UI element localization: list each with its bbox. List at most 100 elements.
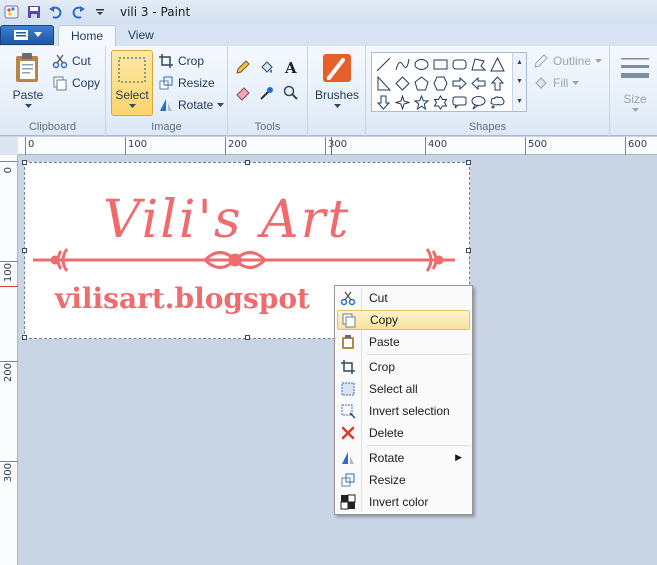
paste-button[interactable]: Paste <box>8 52 48 109</box>
paint-app-icon[interactable] <box>4 4 20 20</box>
four-point-star-shape-icon[interactable] <box>393 93 412 112</box>
menu-item-crop[interactable]: Crop <box>337 357 470 377</box>
menu-item-cut[interactable]: Cut <box>337 288 470 308</box>
oval-shape-icon[interactable] <box>412 55 431 74</box>
menu-item-rotate[interactable]: Rotate ▶ <box>337 448 470 468</box>
brushes-label: Brushes <box>314 88 360 102</box>
horizontal-ruler: 0 100 200 300 400 500 600 <box>18 137 657 155</box>
save-icon[interactable] <box>26 4 42 20</box>
diamond-shape-icon[interactable] <box>393 74 412 93</box>
hexagon-shape-icon[interactable] <box>431 74 450 93</box>
menu-icon <box>13 30 28 40</box>
resize-button[interactable]: Resize <box>158 75 215 91</box>
rotate-button[interactable]: Rotate <box>158 97 225 113</box>
selection-handle[interactable] <box>466 160 471 165</box>
submenu-arrow-icon: ▶ <box>455 452 462 462</box>
menu-item-invert-selection[interactable]: Invert selection <box>337 401 470 421</box>
selection-handle[interactable] <box>466 248 471 253</box>
right-triangle-shape-icon[interactable] <box>374 74 393 93</box>
rectangle-shape-icon[interactable] <box>431 55 450 74</box>
rotate-icon <box>337 448 359 468</box>
ribbon: Paste Cut Copy Clipboard Select Crop Res… <box>0 46 657 136</box>
shapes-gallery[interactable]: ▲ ▼ ▼ <box>371 52 527 112</box>
curve-shape-icon[interactable] <box>393 55 412 74</box>
triangle-shape-icon[interactable] <box>488 55 507 74</box>
tab-view[interactable]: View <box>116 25 166 46</box>
scroll-down-icon[interactable]: ▼ <box>516 78 523 85</box>
left-arrow-shape-icon[interactable] <box>469 74 488 93</box>
selection-handle[interactable] <box>22 248 27 253</box>
resize-icon <box>337 470 359 490</box>
copy-label: Copy <box>72 76 101 90</box>
pentagon-shape-icon[interactable] <box>412 74 431 93</box>
down-arrow-shape-icon[interactable] <box>374 93 393 112</box>
ruler-label: 200 <box>3 363 14 383</box>
brushes-button[interactable]: Brushes <box>314 52 360 109</box>
cursor-position-marker <box>0 286 18 287</box>
oval-callout-shape-icon[interactable] <box>469 93 488 112</box>
chevron-down-icon <box>128 104 136 108</box>
customize-qat-icon[interactable] <box>92 4 108 20</box>
chevron-down-icon <box>572 80 580 85</box>
select-button[interactable]: Select <box>111 50 153 116</box>
cloud-callout-shape-icon[interactable] <box>488 93 507 112</box>
selection-handle[interactable] <box>22 335 27 340</box>
copy-icon <box>53 76 67 91</box>
select-all-icon <box>337 379 359 399</box>
menu-item-copy[interactable]: Copy <box>337 310 470 330</box>
up-arrow-shape-icon[interactable] <box>488 74 507 93</box>
paint-menu-button[interactable] <box>0 25 54 45</box>
copy-button[interactable]: Copy <box>52 75 100 91</box>
undo-icon[interactable] <box>48 4 64 20</box>
chevron-down-icon <box>631 108 639 112</box>
scissors-icon <box>337 288 359 308</box>
delete-icon <box>337 423 359 443</box>
paste-label: Paste <box>12 88 44 102</box>
expand-gallery-icon[interactable]: ▼ <box>516 98 523 105</box>
five-point-star-shape-icon[interactable] <box>412 93 431 112</box>
art-title: Vili's Art <box>103 190 350 250</box>
tab-home[interactable]: Home <box>58 25 117 46</box>
line-shape-icon[interactable] <box>374 55 393 74</box>
copy-icon <box>338 310 360 330</box>
crop-button[interactable]: Crop <box>158 53 204 69</box>
fill-button[interactable]: Fill <box>533 75 580 91</box>
selection-handle[interactable] <box>245 160 250 165</box>
outline-button[interactable]: Outline <box>533 53 603 69</box>
shapes-scrollbar[interactable]: ▲ ▼ ▼ <box>512 53 526 111</box>
eraser-icon[interactable] <box>232 82 254 104</box>
chevron-down-icon <box>33 32 42 37</box>
menu-item-resize[interactable]: Resize <box>337 470 470 490</box>
scroll-up-icon[interactable]: ▲ <box>516 59 523 66</box>
menu-item-select-all[interactable]: Select all <box>337 379 470 399</box>
shape-fill-icon <box>535 77 547 89</box>
rounded-callout-shape-icon[interactable] <box>450 93 469 112</box>
redo-icon[interactable] <box>70 4 86 20</box>
ruler-label: 500 <box>528 139 548 150</box>
color-picker-icon[interactable] <box>256 82 278 104</box>
fill-icon[interactable] <box>256 56 278 78</box>
cursor-position-marker <box>331 137 332 155</box>
ribbon-tabs: Home View <box>0 24 657 46</box>
size-button[interactable]: Size <box>616 52 654 113</box>
text-icon[interactable]: A <box>280 56 302 78</box>
six-point-star-shape-icon[interactable] <box>431 93 450 112</box>
pencil-icon[interactable] <box>232 56 254 78</box>
cut-button[interactable]: Cut <box>52 53 91 69</box>
line-size-icon <box>621 58 649 78</box>
selection-handle[interactable] <box>22 160 27 165</box>
chevron-down-icon <box>217 102 225 107</box>
menu-item-delete[interactable]: Delete <box>337 423 470 443</box>
rounded-rectangle-shape-icon[interactable] <box>450 55 469 74</box>
menu-item-paste[interactable]: Paste <box>337 332 470 352</box>
shapes-group-label: Shapes <box>468 121 507 133</box>
clipboard-group: Paste Cut Copy Clipboard <box>0 46 106 136</box>
tools-group-label: Tools <box>254 121 281 133</box>
polygon-shape-icon[interactable] <box>469 55 488 74</box>
magnifier-icon[interactable] <box>280 82 302 104</box>
menu-item-invert-color[interactable]: Invert color <box>337 492 470 512</box>
right-arrow-shape-icon[interactable] <box>450 74 469 93</box>
svg-text:A: A <box>284 59 297 75</box>
selection-handle[interactable] <box>245 335 250 340</box>
size-group: Size <box>610 46 657 136</box>
